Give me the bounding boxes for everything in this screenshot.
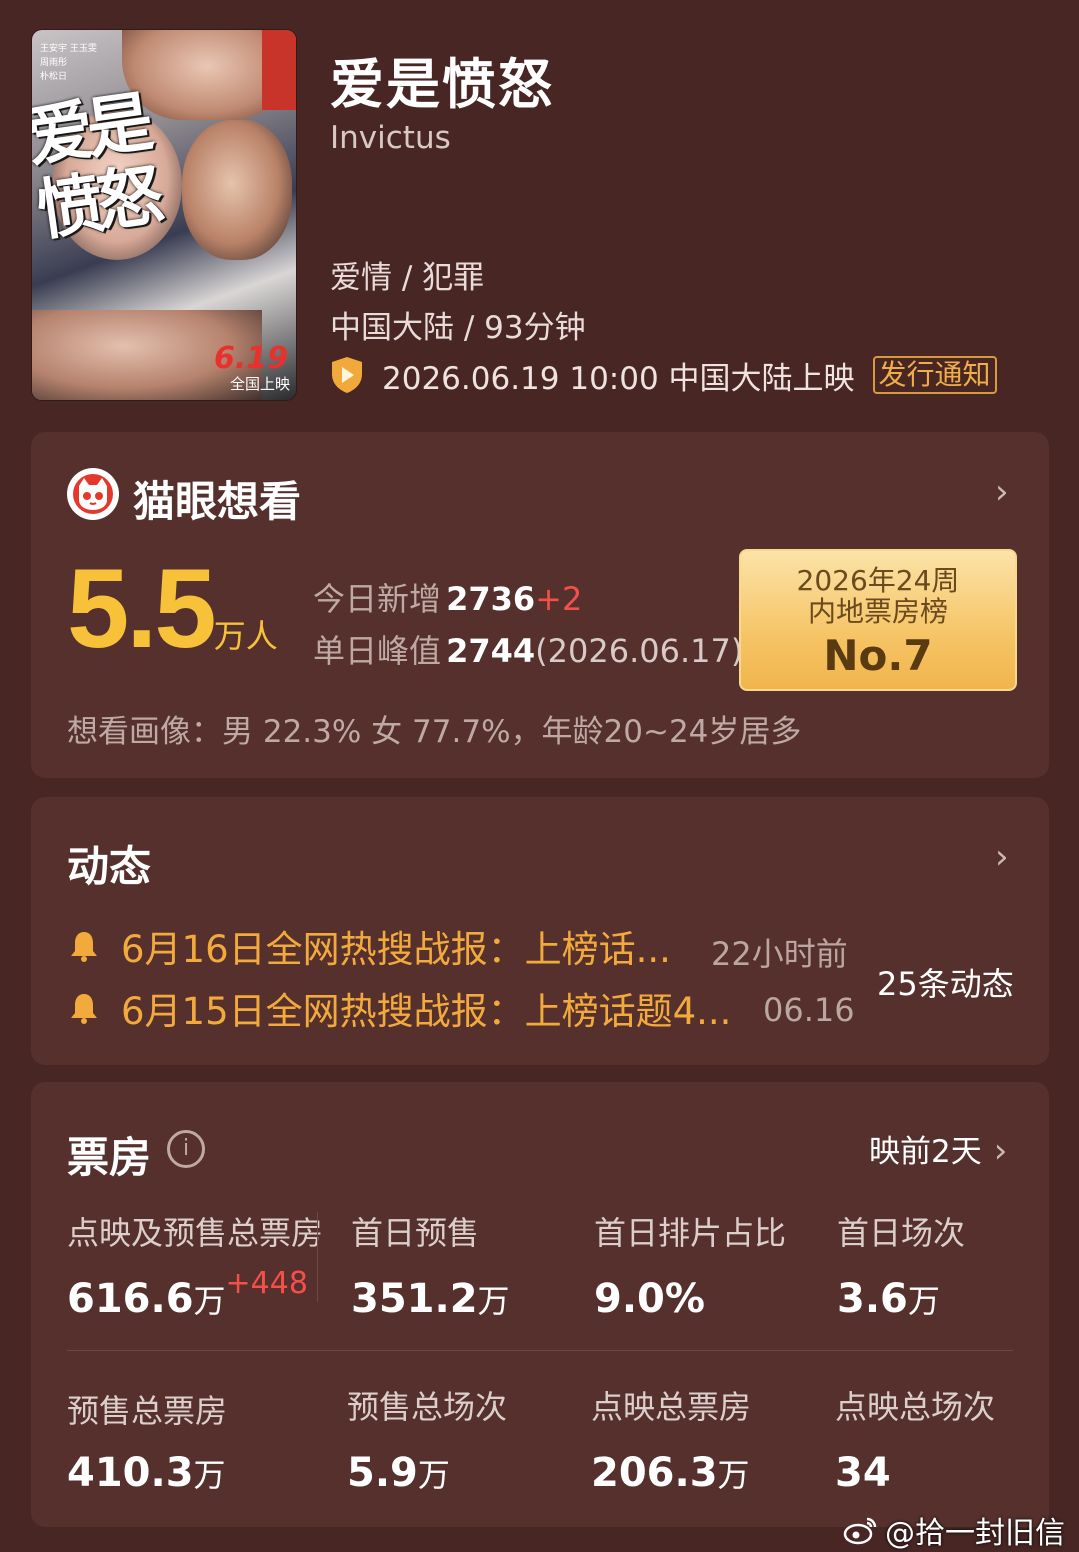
release-row: 2026.06.19 10:00 中国大陆上映 发行通知 <box>330 354 997 397</box>
want-unit: 万人 <box>213 617 278 655</box>
weibo-watermark: @拾一封旧信 <box>843 1508 1065 1552</box>
want-to-see-card[interactable]: 猫眼想看 › 5.5万人 今日新增 2736+2 单日峰值 2744(2026.… <box>31 432 1049 778</box>
stat-preview-box: 点映总票房 206.3万 <box>591 1388 752 1496</box>
movie-genre: 爱情 / 犯罪 <box>330 260 485 296</box>
divider <box>67 1350 1013 1351</box>
stat-preview-shows: 点映总场次 34 <box>835 1388 996 1496</box>
chevron-right-icon[interactable]: › <box>995 837 1009 877</box>
box-office-rank-badge[interactable]: 2026年24周 内地票房榜 No.7 <box>739 549 1017 691</box>
release-date: 2026.06.19 10:00 中国大陆上映 <box>382 360 855 397</box>
movie-region-duration: 中国大陆 / 93分钟 <box>330 310 586 346</box>
divider <box>317 1212 318 1302</box>
bell-icon <box>71 932 97 962</box>
movie-poster[interactable]: 王安宇 王玉雯 周雨彤 朴松日 爱是愤怒 6.19 全国上映 <box>32 30 296 400</box>
stat-first-day-presale: 首日预售 351.2万 <box>351 1214 510 1322</box>
news-item[interactable]: 6月15日全网热搜战报：上榜话题4... <box>69 985 731 1033</box>
news-header: 动态 <box>67 842 152 891</box>
poster-title: 爱是愤怒 <box>32 82 163 250</box>
movie-title-en: Invictus <box>330 120 451 156</box>
weibo-icon <box>843 1517 877 1545</box>
news-count[interactable]: 25条动态 <box>877 959 1014 1005</box>
release-notify-button[interactable]: 发行通知 <box>872 356 997 394</box>
news-time: 22小时前 <box>711 935 848 973</box>
stat-first-day-share: 首日排片占比 9.0% <box>594 1214 787 1322</box>
bell-icon <box>71 994 97 1024</box>
stat-presale-total: 点映及预售总票房 616.6万+448 <box>67 1214 324 1322</box>
chevron-right-icon[interactable]: › <box>995 472 1009 512</box>
box-office-card[interactable]: 票房 i 映前2天 › 点映及预售总票房 616.6万+448 首日预售 351.… <box>31 1082 1049 1527</box>
chevron-right-icon: › <box>993 1131 1008 1171</box>
news-card[interactable]: 动态 › 6月16日全网热搜战报：上榜话... 22小时前 6月15日全网热搜战… <box>31 797 1049 1065</box>
poster-date: 6.19 <box>213 341 288 376</box>
want-count-block: 5.5万人 <box>67 544 278 673</box>
box-office-status[interactable]: 映前2天 › <box>869 1126 1007 1171</box>
poster-credits: 王安宇 王玉雯 周雨彤 朴松日 <box>40 44 97 82</box>
poster-face <box>182 120 292 260</box>
audience-portrait: 想看画像：男 22.3% 女 77.7%，年龄20~24岁居多 <box>67 714 802 750</box>
info-icon[interactable]: i <box>167 1130 205 1168</box>
today-new-row: 今日新增 2736+2 <box>313 580 583 618</box>
rank-number: No.7 <box>823 631 933 680</box>
news-title: 6月15日全网热搜战报：上榜话题4... <box>121 990 732 1033</box>
news-item[interactable]: 6月16日全网热搜战报：上榜话... <box>69 923 671 971</box>
movie-title: 爱是愤怒 <box>330 53 554 116</box>
want-count: 5.5 <box>67 546 217 671</box>
stat-first-day-shows: 首日场次 3.6万 <box>837 1214 966 1322</box>
stat-presale-box: 预售总票房 410.3万 <box>67 1392 228 1496</box>
maoyan-cat-icon <box>67 468 119 520</box>
news-title: 6月16日全网热搜战报：上榜话... <box>121 928 671 971</box>
poster-release: 全国上映 <box>229 375 290 393</box>
poster-red-stripe <box>262 30 296 110</box>
news-time: 06.16 <box>763 991 855 1029</box>
box-office-header: 票房 <box>67 1133 152 1182</box>
daily-peak-row: 单日峰值 2744(2026.06.17) <box>313 632 744 670</box>
shield-icon <box>332 357 362 393</box>
stat-presale-shows: 预售总场次 5.9万 <box>347 1388 508 1496</box>
want-header: 猫眼想看 <box>133 477 302 526</box>
